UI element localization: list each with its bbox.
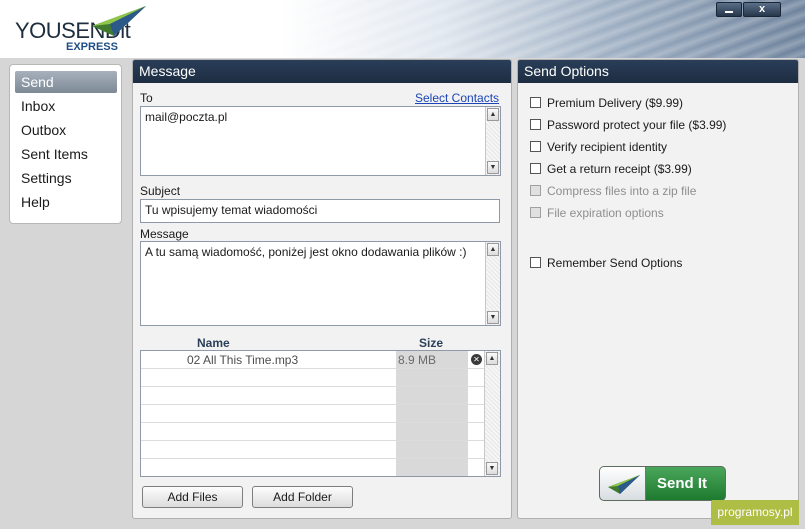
sidebar-item-outbox[interactable]: Outbox (15, 119, 117, 141)
option-label: File expiration options (547, 206, 664, 220)
subject-field-value: Tu wpisujemy temat wiadomości (145, 203, 318, 217)
logo-subtitle: EXPRESS (66, 41, 118, 53)
checkbox (530, 207, 541, 218)
add-folder-button[interactable]: Add Folder (252, 486, 353, 508)
to-field-value: mail@poczta.pl (145, 110, 228, 124)
file-row[interactable]: 02 All This Time.mp3 8.9 MB ✕ (141, 351, 485, 368)
app-header: YOUSENDit EXPRESS x (0, 0, 805, 58)
scroll-down-arrow-icon[interactable]: ▼ (487, 161, 499, 174)
sidebar-item-inbox[interactable]: Inbox (15, 95, 117, 117)
option-label: Premium Delivery ($9.99) (547, 96, 684, 110)
sidebar-item-sent-items[interactable]: Sent Items (15, 143, 117, 165)
column-header-name[interactable]: Name (197, 336, 230, 350)
option-label: Remember Send Options (547, 256, 683, 270)
scroll-down-arrow-icon[interactable]: ▼ (487, 311, 499, 324)
message-field[interactable]: A tu samą wiadomość, poniżej jest okno d… (140, 241, 501, 326)
message-field-value: A tu samą wiadomość, poniżej jest okno d… (145, 245, 467, 259)
message-scrollbar[interactable]: ▲ ▼ (485, 242, 500, 325)
sidebar-item-send[interactable]: Send (15, 71, 117, 93)
close-button[interactable]: x (743, 2, 781, 17)
file-list-scrollbar[interactable]: ▲ ▼ (484, 351, 500, 476)
checkbox[interactable] (530, 97, 541, 108)
file-name: 02 All This Time.mp3 (187, 353, 299, 367)
sidebar-item-help[interactable]: Help (15, 191, 117, 213)
sidebar-item-settings[interactable]: Settings (15, 167, 117, 189)
add-files-button[interactable]: Add Files (142, 486, 243, 508)
select-contacts-link[interactable]: Select Contacts (415, 91, 499, 105)
to-field[interactable]: mail@poczta.pl ▲ ▼ (140, 106, 501, 176)
send-it-label: Send It (657, 475, 708, 492)
scroll-down-arrow-icon[interactable]: ▼ (486, 462, 498, 475)
remove-file-icon[interactable]: ✕ (471, 354, 482, 365)
to-scrollbar[interactable]: ▲ ▼ (485, 107, 500, 175)
paper-plane-icon (608, 475, 640, 494)
minimize-button[interactable] (716, 2, 742, 17)
checkbox[interactable] (530, 257, 541, 268)
to-label: To (140, 91, 153, 105)
subject-field[interactable]: Tu wpisujemy temat wiadomości (140, 199, 500, 223)
option-label: Get a return receipt ($3.99) (547, 162, 692, 176)
scroll-up-arrow-icon[interactable]: ▲ (486, 352, 498, 365)
scroll-up-arrow-icon[interactable]: ▲ (487, 108, 499, 121)
file-size: 8.9 MB (398, 353, 437, 367)
checkbox[interactable] (530, 141, 541, 152)
subject-label: Subject (140, 184, 181, 198)
checkbox[interactable] (530, 119, 541, 130)
column-header-size[interactable]: Size (419, 336, 443, 350)
watermark: programosy.pl (711, 500, 799, 525)
file-list: 02 All This Time.mp3 8.9 MB ✕ ▲ ▼ (140, 350, 501, 477)
message-panel-title: Message (133, 60, 511, 83)
send-options-title: Send Options (518, 60, 798, 83)
option-label: Verify recipient identity (547, 140, 668, 154)
checkbox[interactable] (530, 163, 541, 174)
sidebar: Send Inbox Outbox Sent Items Settings He… (9, 64, 122, 224)
paper-plane-icon (92, 6, 146, 36)
message-label: Message (140, 227, 189, 241)
send-it-button[interactable]: Send It (599, 466, 726, 501)
checkbox (530, 185, 541, 196)
option-label: Compress files into a zip file (547, 184, 697, 198)
scroll-up-arrow-icon[interactable]: ▲ (487, 243, 499, 256)
option-label: Password protect your file ($3.99) (547, 118, 727, 132)
